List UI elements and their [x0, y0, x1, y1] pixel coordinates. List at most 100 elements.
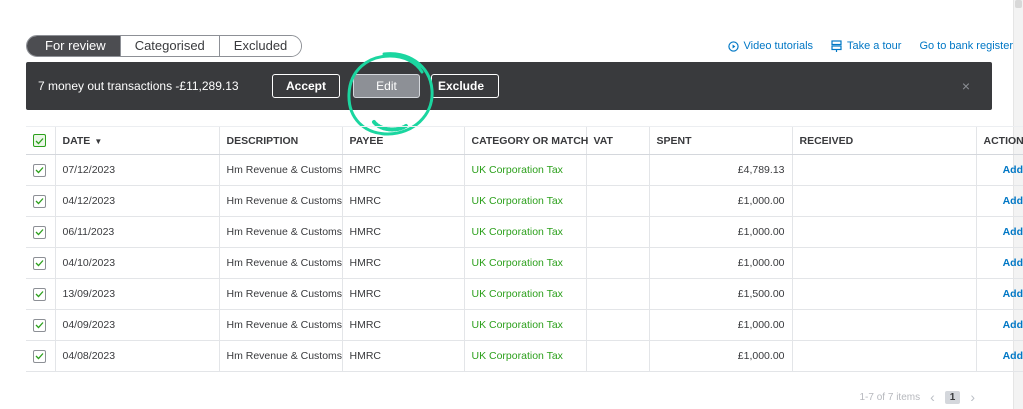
select-all-header	[26, 126, 55, 155]
spent-column-header: SPENT	[648, 126, 792, 155]
row-spent: £4,789.13	[648, 154, 792, 186]
chevron-right-icon[interactable]: ›	[970, 389, 975, 405]
row-vat	[585, 309, 649, 341]
tab-excluded[interactable]: Excluded	[218, 36, 302, 56]
row-category[interactable]: UK Corporation Tax	[463, 309, 586, 341]
table-row[interactable]: 06/11/2023 Hm Revenue & Customs HMRC UK Cor…	[26, 216, 1023, 248]
video-tutorials-link[interactable]: Video tutorials	[727, 40, 814, 52]
row-payee[interactable]: HMRC	[341, 185, 464, 217]
row-select-cell	[26, 185, 55, 217]
tab-categorised[interactable]: Categorised	[119, 36, 219, 56]
add-button[interactable]: Add	[1003, 164, 1023, 176]
checkmark-icon	[35, 260, 44, 267]
row-category[interactable]: UK Corporation Tax	[463, 216, 586, 248]
transactions-table: DATE ▼ DESCRIPTION PAYEE CATEGORY OR MATC…	[26, 126, 1023, 372]
table-row[interactable]: 04/12/2023 Hm Revenue & Customs HMRC UK Cor…	[26, 185, 1023, 217]
table-row[interactable]: 13/09/2023 Hm Revenue & Customs HMRC UK Cor…	[26, 278, 1023, 310]
row-action-cell: Add	[975, 216, 1023, 248]
accept-button[interactable]: Accept	[272, 74, 340, 98]
row-received	[791, 154, 976, 186]
row-action-cell: Add	[975, 340, 1023, 372]
add-button[interactable]: Add	[1003, 226, 1023, 238]
chevron-left-icon[interactable]: ‹	[930, 389, 935, 405]
payee-column-header: PAYEE	[341, 126, 464, 155]
row-date: 13/09/2023	[54, 278, 219, 310]
row-vat	[585, 154, 649, 186]
checkmark-icon	[35, 322, 44, 329]
row-action-cell: Add	[975, 247, 1023, 279]
review-tabs: For review Categorised Excluded	[26, 35, 303, 57]
add-button[interactable]: Add	[1003, 195, 1023, 207]
vat-column-header: VAT	[585, 126, 649, 155]
row-category[interactable]: UK Corporation Tax	[463, 185, 586, 217]
row-category[interactable]: UK Corporation Tax	[463, 278, 586, 310]
row-select-cell	[26, 216, 55, 248]
video-tutorials-label: Video tutorials	[743, 40, 814, 52]
row-date: 04/12/2023	[54, 185, 219, 217]
table-row[interactable]: 04/09/2023 Hm Revenue & Customs HMRC UK Cor…	[26, 309, 1023, 341]
row-received	[791, 278, 976, 310]
row-checkbox[interactable]	[33, 318, 46, 332]
exclude-button[interactable]: Exclude	[431, 74, 499, 98]
row-received	[791, 309, 976, 341]
description-column-header: DESCRIPTION	[218, 126, 342, 155]
row-payee[interactable]: HMRC	[341, 340, 464, 372]
row-spent: £1,000.00	[648, 247, 792, 279]
add-button[interactable]: Add	[1003, 319, 1023, 331]
row-spent: £1,000.00	[648, 309, 792, 341]
close-icon[interactable]: ×	[962, 78, 970, 94]
row-payee[interactable]: HMRC	[341, 154, 464, 186]
row-payee[interactable]: HMRC	[341, 278, 464, 310]
batch-action-bar: 7 money out transactions -£11,289.13 Acc…	[26, 62, 992, 110]
row-description: Hm Revenue & Customs	[218, 216, 342, 248]
row-select-cell	[26, 340, 55, 372]
row-date: 04/09/2023	[54, 309, 219, 341]
table-row[interactable]: 07/12/2023 Hm Revenue & Customs HMRC UK Cor…	[26, 154, 1023, 186]
add-button[interactable]: Add	[1003, 288, 1023, 300]
take-a-tour-link[interactable]: Take a tour	[831, 40, 901, 52]
table-header-row: DATE ▼ DESCRIPTION PAYEE CATEGORY OR MATC…	[26, 126, 1023, 155]
tab-for-review[interactable]: For review	[27, 36, 120, 56]
checkmark-icon	[35, 291, 44, 298]
row-select-cell	[26, 247, 55, 279]
sort-down-icon: ▼	[94, 136, 103, 146]
date-column-header[interactable]: DATE ▼	[54, 126, 219, 155]
category-column-header: CATEGORY OR MATCH	[463, 126, 588, 155]
table-row[interactable]: 04/08/2023 Hm Revenue & Customs HMRC UK Cor…	[26, 340, 1023, 372]
row-checkbox[interactable]	[33, 287, 46, 301]
row-checkbox[interactable]	[33, 194, 46, 208]
page-number-current[interactable]: 1	[944, 390, 961, 404]
row-action-cell: Add	[975, 185, 1023, 217]
row-checkbox[interactable]	[33, 349, 46, 363]
edit-button[interactable]: Edit	[353, 74, 420, 98]
checkmark-icon	[35, 167, 44, 174]
row-checkbox[interactable]	[33, 256, 46, 270]
select-all-checkbox[interactable]	[33, 134, 46, 147]
action-column-header: ACTION	[975, 126, 1023, 155]
add-button[interactable]: Add	[1003, 350, 1023, 362]
help-links: Video tutorials Take a tour Go to bank r…	[727, 40, 1013, 52]
scrollbar-thumb[interactable]	[1015, 0, 1022, 8]
row-date: 04/10/2023	[54, 247, 219, 279]
row-action-cell: Add	[975, 278, 1023, 310]
row-category[interactable]: UK Corporation Tax	[463, 247, 586, 279]
row-description: Hm Revenue & Customs	[218, 278, 342, 310]
row-vat	[585, 247, 649, 279]
row-checkbox[interactable]	[33, 163, 46, 177]
row-action-cell: Add	[975, 154, 1023, 186]
row-category[interactable]: UK Corporation Tax	[463, 340, 586, 372]
row-payee[interactable]: HMRC	[341, 309, 464, 341]
row-spent: £1,000.00	[648, 185, 792, 217]
row-payee[interactable]: HMRC	[341, 247, 464, 279]
play-circle-icon	[727, 40, 739, 52]
table-row[interactable]: 04/10/2023 Hm Revenue & Customs HMRC UK Cor…	[26, 247, 1023, 279]
bank-register-link[interactable]: Go to bank register	[919, 40, 1013, 52]
row-date: 06/11/2023	[54, 216, 219, 248]
signpost-icon	[831, 40, 842, 52]
row-vat	[585, 278, 649, 310]
row-select-cell	[26, 278, 55, 310]
row-payee[interactable]: HMRC	[341, 216, 464, 248]
add-button[interactable]: Add	[1003, 257, 1023, 269]
row-checkbox[interactable]	[33, 225, 46, 239]
row-category[interactable]: UK Corporation Tax	[463, 154, 586, 186]
